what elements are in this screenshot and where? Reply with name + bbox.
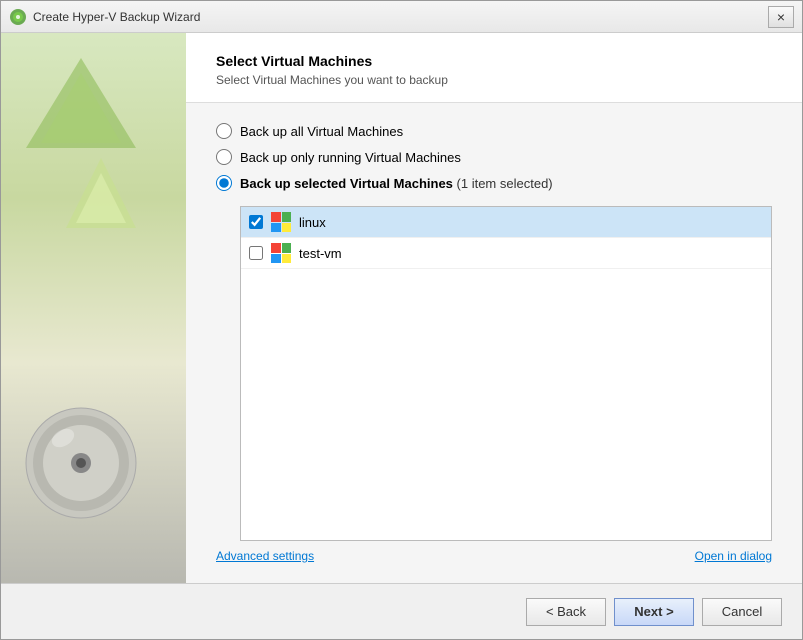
radio-all-vms[interactable]: Back up all Virtual Machines [216, 123, 772, 139]
radio-selected-vms-input[interactable] [216, 175, 232, 191]
windows-logo-icon [271, 243, 291, 263]
page-header: Select Virtual Machines Select Virtual M… [186, 33, 802, 103]
window-title: Create Hyper-V Backup Wizard [33, 10, 768, 24]
vm-list: linux test-vm [240, 206, 772, 541]
content-area: Select Virtual Machines Select Virtual M… [1, 33, 802, 583]
list-item[interactable]: linux [241, 207, 771, 238]
main-panel: Select Virtual Machines Select Virtual M… [186, 33, 802, 583]
cancel-button[interactable]: Cancel [702, 598, 782, 626]
radio-selected-vms-label: Back up selected Virtual Machines (1 ite… [240, 176, 553, 191]
radio-all-vms-input[interactable] [216, 123, 232, 139]
advanced-settings-link[interactable]: Advanced settings [216, 549, 314, 563]
app-icon [9, 8, 27, 26]
wizard-window: Create Hyper-V Backup Wizard × [0, 0, 803, 640]
backup-option-group: Back up all Virtual Machines Back up onl… [216, 123, 772, 191]
vm-name-linux: linux [299, 215, 326, 230]
radio-running-vms-label: Back up only running Virtual Machines [240, 150, 461, 165]
open-in-dialog-link[interactable]: Open in dialog [695, 549, 772, 563]
bottom-bar: < Back Next > Cancel [1, 583, 802, 639]
radio-selected-vms[interactable]: Back up selected Virtual Machines (1 ite… [216, 175, 772, 191]
radio-running-vms[interactable]: Back up only running Virtual Machines [216, 149, 772, 165]
footer-links: Advanced settings Open in dialog [216, 549, 772, 563]
windows-logo-icon [271, 212, 291, 232]
vm-checkbox-test-vm[interactable] [249, 246, 263, 260]
back-button[interactable]: < Back [526, 598, 606, 626]
vm-name-test-vm: test-vm [299, 246, 342, 261]
page-title: Select Virtual Machines [216, 53, 772, 69]
radio-all-vms-label: Back up all Virtual Machines [240, 124, 403, 139]
close-button[interactable]: × [768, 6, 794, 28]
list-item[interactable]: test-vm [241, 238, 771, 269]
vm-checkbox-linux[interactable] [249, 215, 263, 229]
sidebar [1, 33, 186, 583]
decorative-arrow [61, 153, 141, 233]
radio-running-vms-input[interactable] [216, 149, 232, 165]
page-body: Back up all Virtual Machines Back up onl… [186, 103, 802, 583]
disc-icon [21, 403, 141, 523]
page-subtitle: Select Virtual Machines you want to back… [216, 73, 772, 87]
title-bar: Create Hyper-V Backup Wizard × [1, 1, 802, 33]
next-button[interactable]: Next > [614, 598, 694, 626]
